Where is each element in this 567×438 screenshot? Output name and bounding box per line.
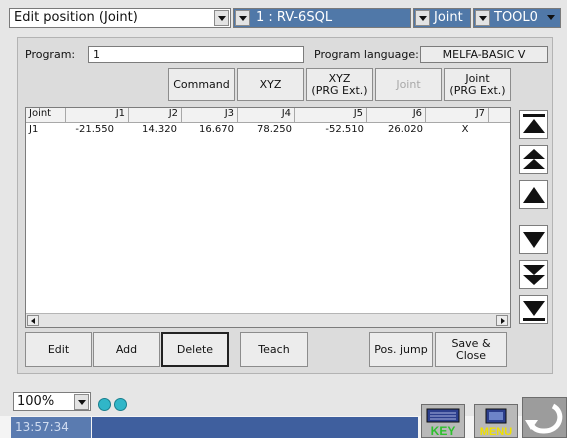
return-button[interactable] [522, 397, 567, 438]
column-header-j3: J3 [182, 108, 238, 123]
menu-keyboard-icon: MENU [480, 408, 512, 438]
key-label: KEY [431, 424, 456, 437]
chevron-down-icon[interactable] [475, 10, 490, 26]
edit-button[interactable]: Edit [25, 332, 92, 367]
program-language-label: Program language: [314, 48, 419, 61]
command-view-button[interactable]: Command [168, 68, 235, 101]
column-header-j2: J2 [129, 108, 182, 123]
xyz-prg-ext-button[interactable]: XYZ (PRG Ext.) [306, 68, 373, 101]
zoom-select[interactable]: 100% [13, 392, 91, 411]
robot-select[interactable]: 1 : RV-6SQL [233, 8, 411, 28]
menu-label: MENU [480, 426, 512, 437]
page-down-icon [523, 265, 545, 285]
joint-view-button: Joint [375, 68, 442, 101]
scroll-top-button[interactable] [519, 110, 548, 139]
teach-button-label: Teach [258, 342, 290, 356]
teach-button[interactable]: Teach [240, 332, 308, 367]
horizontal-scrollbar[interactable] [26, 313, 510, 327]
robot-select-value: 1 : RV-6SQL [256, 10, 333, 25]
add-button[interactable]: Add [93, 332, 160, 367]
program-input[interactable]: 1 [88, 46, 304, 63]
scroll-bottom-button[interactable] [519, 295, 548, 324]
coord-select-value: Joint [434, 10, 463, 25]
column-header-j7: J7 [426, 108, 489, 123]
table-cell: 78.250 [257, 124, 292, 135]
column-header-j4: J4 [238, 108, 295, 123]
xyz-view-label: XYZ [259, 77, 282, 91]
program-label: Program: [25, 48, 76, 61]
page-up-button[interactable] [519, 145, 548, 174]
line-down-button[interactable] [519, 225, 548, 254]
line-down-icon [523, 232, 545, 248]
menu-button[interactable]: MENU [474, 404, 518, 438]
edit-button-label: Edit [47, 342, 70, 356]
joint-prg-ext-button[interactable]: Joint (PRG Ext.) [444, 68, 511, 101]
save-close-button-label: Save & Close [451, 336, 491, 362]
scroll-top-icon [523, 114, 545, 133]
chevron-down-icon[interactable] [415, 10, 430, 26]
zoom-select-value: 100% [17, 394, 55, 409]
joint-prg-ext-label-1: Joint [465, 71, 490, 85]
line-up-button[interactable] [519, 180, 548, 209]
column-header-j5: J5 [295, 108, 367, 123]
program-language-field: MELFA-BASIC V [420, 46, 548, 63]
status-indicator-1 [98, 398, 111, 411]
mode-select-value: Edit position (Joint) [14, 10, 138, 25]
chevron-down-icon[interactable] [214, 10, 229, 26]
xyz-prg-ext-label-2: (PRG Ext.) [311, 83, 368, 97]
return-arrow-icon [525, 403, 563, 434]
mode-select[interactable]: Edit position (Joint) [9, 8, 231, 28]
page-up-icon [523, 149, 545, 169]
key-button[interactable]: KEY [421, 404, 465, 438]
chevron-down-icon[interactable] [74, 394, 89, 410]
chevron-down-icon[interactable] [544, 10, 559, 26]
status-indicator-2 [114, 398, 127, 411]
tool-select[interactable]: TOOL0 [473, 8, 561, 28]
tool-select-value: TOOL0 [494, 10, 538, 25]
command-view-label: Command [173, 77, 230, 91]
column-header-filler [489, 108, 510, 123]
table-cell: 16.670 [199, 124, 234, 135]
column-header-j6: J6 [367, 108, 426, 123]
joint-view-label: Joint [396, 77, 421, 91]
column-header-joint: Joint [26, 108, 66, 123]
save-close-button[interactable]: Save & Close [435, 332, 507, 367]
coord-select[interactable]: Joint [413, 8, 471, 28]
pos-jump-button-label: Pos. jump [374, 342, 428, 356]
scroll-bottom-icon [523, 301, 545, 321]
scroll-left-icon[interactable] [27, 315, 39, 326]
add-button-label: Add [115, 342, 138, 356]
table-cell: J1 [29, 124, 39, 135]
table-cell: X [461, 124, 469, 135]
pos-jump-button[interactable]: Pos. jump [369, 332, 433, 367]
delete-button-label: Delete [176, 342, 214, 356]
xyz-prg-ext-label-1: XYZ [328, 71, 351, 85]
table-cell: -21.550 [75, 124, 114, 135]
xyz-view-button[interactable]: XYZ [237, 68, 304, 101]
joint-prg-ext-label-2: (PRG Ext.) [449, 83, 506, 97]
position-table[interactable]: Joint J1 J2 J3 J4 J5 J6 J7 J1 -21.550 14… [25, 107, 511, 328]
line-up-icon [523, 187, 545, 203]
table-cell: -52.510 [325, 124, 364, 135]
scroll-right-icon[interactable] [496, 315, 508, 326]
chevron-down-icon[interactable] [235, 10, 250, 26]
column-header-j1: J1 [66, 108, 129, 123]
keyboard-icon: KEY [426, 408, 460, 438]
table-cell: 26.020 [388, 124, 423, 135]
page-down-button[interactable] [519, 260, 548, 289]
clock: 13:57:34 [11, 417, 91, 438]
table-cell: 14.320 [142, 124, 177, 135]
delete-button[interactable]: Delete [161, 332, 229, 367]
message-bar [92, 417, 418, 438]
